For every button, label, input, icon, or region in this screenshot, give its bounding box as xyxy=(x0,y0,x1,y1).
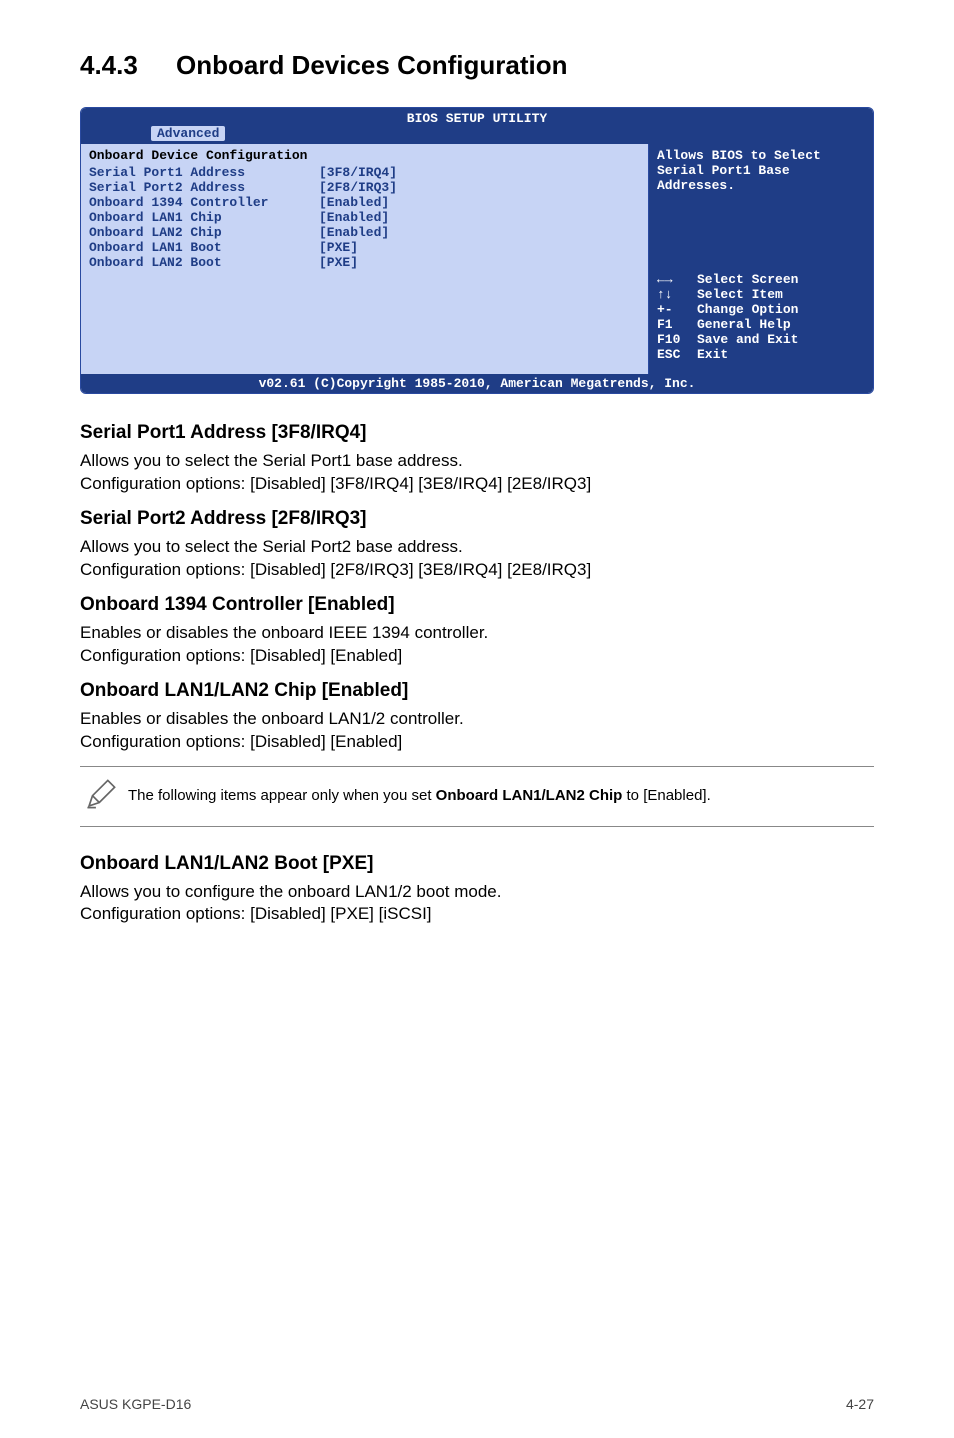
bios-tab-advanced: Advanced xyxy=(151,126,225,141)
body-text: Enables or disables the onboard LAN1/2 c… xyxy=(80,708,874,754)
bios-item-val: [Enabled] xyxy=(319,195,389,210)
bios-key-desc: General Help xyxy=(697,317,791,332)
bios-item-row: Onboard LAN2 Chip[Enabled] xyxy=(89,225,640,240)
bios-item-row: Onboard LAN1 Boot[PXE] xyxy=(89,240,640,255)
bios-item-key: Onboard LAN1 Boot xyxy=(89,240,319,255)
bios-item-key: Onboard 1394 Controller xyxy=(89,195,319,210)
bios-item-val: [3F8/IRQ4] xyxy=(319,165,397,180)
bios-key-desc: Exit xyxy=(697,347,728,362)
body-text: Allows you to select the Serial Port2 ba… xyxy=(80,536,874,582)
text-line: Enables or disables the onboard IEEE 139… xyxy=(80,623,488,642)
body-text: Allows you to configure the onboard LAN1… xyxy=(80,881,874,927)
bios-key: ←→ xyxy=(657,272,697,287)
bios-help-line: Allows BIOS to Select xyxy=(657,148,865,163)
note-pre: The following items appear only when you… xyxy=(128,787,436,804)
text-line: Configuration options: [Disabled] [PXE] … xyxy=(80,904,432,923)
subheading-serial-port2: Serial Port2 Address [2F8/IRQ3] xyxy=(80,508,874,530)
bios-item-row: Serial Port2 Address[2F8/IRQ3] xyxy=(89,180,640,195)
bios-key: F10 xyxy=(657,332,697,347)
bios-key: ESC xyxy=(657,347,697,362)
bios-item-val: [2F8/IRQ3] xyxy=(319,180,397,195)
footer-model: ASUS KGPE-D16 xyxy=(80,1396,191,1412)
bios-item-row: Onboard LAN2 Boot[PXE] xyxy=(89,255,640,270)
bios-key-desc: Select Item xyxy=(697,287,783,302)
bios-help-line: Addresses. xyxy=(657,178,865,193)
text-line: Configuration options: [Disabled] [Enabl… xyxy=(80,646,402,665)
bios-key-desc: Change Option xyxy=(697,302,798,317)
section-title: 4.4.3 Onboard Devices Configuration xyxy=(80,50,874,81)
bios-header: BIOS SETUP UTILITY Advanced xyxy=(81,108,873,144)
bios-key: F1 xyxy=(657,317,697,332)
note-bold: Onboard LAN1/LAN2 Chip xyxy=(436,787,623,804)
bios-item-val: [PXE] xyxy=(319,240,358,255)
note-box: The following items appear only when you… xyxy=(80,766,874,827)
bios-left-panel: Onboard Device Configuration Serial Port… xyxy=(81,144,649,374)
bios-item-val: [Enabled] xyxy=(319,210,389,225)
text-line: Allows you to configure the onboard LAN1… xyxy=(80,882,502,901)
footer-page-number: 4-27 xyxy=(846,1396,874,1412)
bios-item-key: Onboard LAN2 Boot xyxy=(89,255,319,270)
bios-panel-title: Onboard Device Configuration xyxy=(89,148,640,163)
subheading-onboard-lan-chip: Onboard LAN1/LAN2 Chip [Enabled] xyxy=(80,680,874,702)
bios-item-row: Onboard LAN1 Chip[Enabled] xyxy=(89,210,640,225)
bios-key: +- xyxy=(657,302,697,317)
bios-right-panel: Allows BIOS to Select Serial Port1 Base … xyxy=(649,144,873,374)
pen-icon xyxy=(84,777,128,816)
note-post: to [Enabled]. xyxy=(622,787,710,804)
bios-item-row: Onboard 1394 Controller[Enabled] xyxy=(89,195,640,210)
bios-item-key: Onboard LAN1 Chip xyxy=(89,210,319,225)
text-line: Configuration options: [Disabled] [Enabl… xyxy=(80,732,402,751)
bios-key-desc: Select Screen xyxy=(697,272,798,287)
text-line: Configuration options: [Disabled] [2F8/I… xyxy=(80,560,591,579)
bios-copyright: v02.61 (C)Copyright 1985-2010, American … xyxy=(81,374,873,393)
bios-item-val: [Enabled] xyxy=(319,225,389,240)
subheading-onboard-lan-boot: Onboard LAN1/LAN2 Boot [PXE] xyxy=(80,853,874,875)
bios-help-text: Allows BIOS to Select Serial Port1 Base … xyxy=(657,148,865,193)
text-line: Allows you to select the Serial Port2 ba… xyxy=(80,537,463,556)
bios-key-desc: Save and Exit xyxy=(697,332,798,347)
text-line: Configuration options: [Disabled] [3F8/I… xyxy=(80,474,591,493)
page-footer: ASUS KGPE-D16 4-27 xyxy=(80,1396,874,1412)
bios-key: ↑↓ xyxy=(657,287,697,302)
text-line: Enables or disables the onboard LAN1/2 c… xyxy=(80,709,464,728)
bios-help-line: Serial Port1 Base xyxy=(657,163,865,178)
bios-keys-legend: ←→Select Screen ↑↓Select Item +-Change O… xyxy=(657,272,865,362)
section-heading: Onboard Devices Configuration xyxy=(176,50,568,81)
subheading-onboard-1394: Onboard 1394 Controller [Enabled] xyxy=(80,594,874,616)
bios-title: BIOS SETUP UTILITY xyxy=(81,111,873,126)
body-text: Enables or disables the onboard IEEE 139… xyxy=(80,622,874,668)
bios-item-key: Serial Port2 Address xyxy=(89,180,319,195)
subheading-serial-port1: Serial Port1 Address [3F8/IRQ4] xyxy=(80,422,874,444)
section-number: 4.4.3 xyxy=(80,50,176,81)
bios-item-row: Serial Port1 Address[3F8/IRQ4] xyxy=(89,165,640,180)
bios-screenshot: BIOS SETUP UTILITY Advanced Onboard Devi… xyxy=(80,107,874,394)
body-text: Allows you to select the Serial Port1 ba… xyxy=(80,450,874,496)
text-line: Allows you to select the Serial Port1 ba… xyxy=(80,451,463,470)
bios-item-val: [PXE] xyxy=(319,255,358,270)
bios-item-key: Serial Port1 Address xyxy=(89,165,319,180)
note-text: The following items appear only when you… xyxy=(128,786,711,806)
bios-item-key: Onboard LAN2 Chip xyxy=(89,225,319,240)
